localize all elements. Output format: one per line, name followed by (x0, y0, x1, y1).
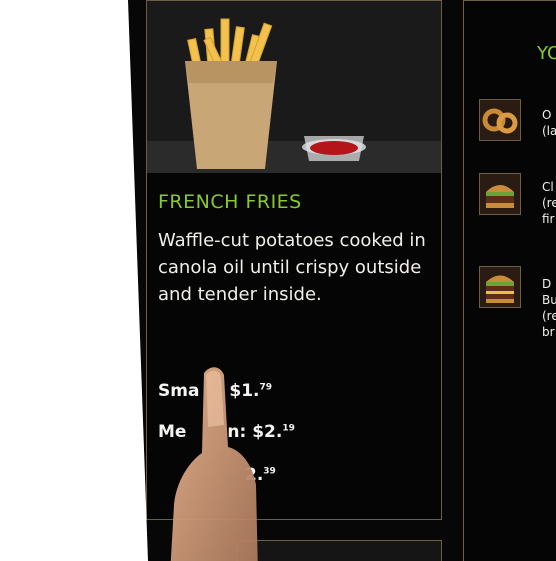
menu-item-line: Bu (542, 293, 556, 307)
menu-item-text[interactable]: D Bu (re br (542, 276, 556, 340)
burger-icon (479, 173, 521, 215)
price-cents: 39 (263, 466, 276, 477)
menu-item-line: Cl (542, 180, 554, 194)
menu-item-text[interactable]: O (la (542, 107, 556, 139)
french-fries-photo (147, 1, 441, 173)
menu-item-line: (re (542, 196, 556, 210)
pointing-hand-image (170, 367, 258, 561)
menu-item-line: (re (542, 309, 556, 323)
description-line: en (73, 296, 93, 315)
menu-item-line: (la (542, 124, 556, 138)
right-menu-card[interactable]: YO O (la Cl (re fir D Bu (re br (463, 0, 556, 561)
price-cents: 79 (259, 382, 273, 393)
onion-rings-icon (479, 99, 521, 141)
description-line: ter (73, 266, 96, 285)
menu-item-line: D (542, 277, 552, 291)
price-cents: 19 (282, 423, 295, 434)
description-line: ped in (73, 236, 123, 255)
section-title: YO (537, 43, 556, 64)
kiosk-display: ped in ter en FRENCH FRIES Waffle-cut po… (0, 0, 556, 561)
menu-item-text[interactable]: Cl (re fir (542, 179, 556, 227)
item-description: Waffle-cut potatoes cooked in canola oil… (158, 230, 426, 305)
item-title: FRENCH FRIES (158, 191, 302, 213)
menu-item-line: fir (542, 212, 555, 226)
left-menu-card[interactable]: ped in ter en (0, 0, 125, 522)
next-menu-card[interactable] (236, 540, 442, 561)
menu-item-line: O (542, 108, 552, 122)
left-card-description: ped in ter en (73, 231, 123, 321)
food-photo (0, 1, 124, 177)
fork-and-food-image (12, 30, 119, 155)
fries-image (147, 1, 441, 173)
double-burger-icon (479, 266, 521, 308)
menu-item-line: br (542, 325, 555, 339)
